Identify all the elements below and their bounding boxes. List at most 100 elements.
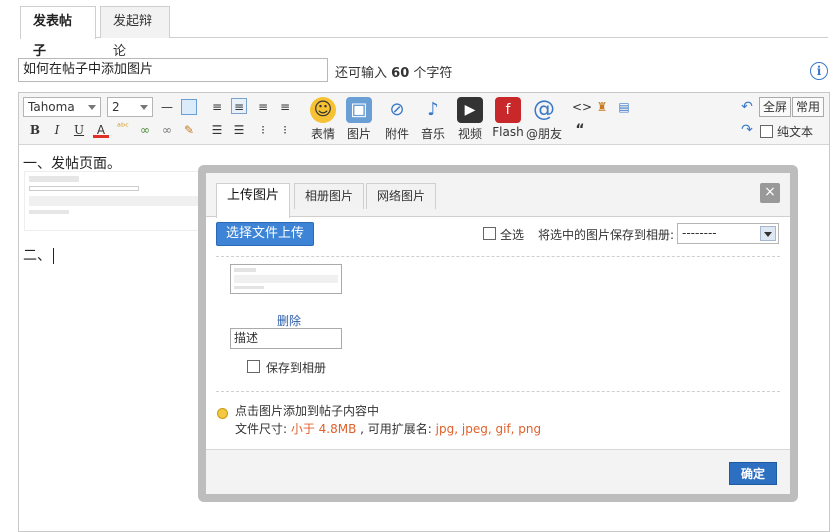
close-button[interactable]: × <box>760 183 780 203</box>
dialog-footer <box>206 449 790 494</box>
align-left-icon[interactable]: ≡ <box>209 99 225 115</box>
lightbulb-icon <box>217 408 228 419</box>
album-select-value: -------- <box>682 226 717 240</box>
editor-content[interactable]: 一、发帖页面。 <box>23 153 121 173</box>
tab-debate-label: 发起辩论 <box>113 14 153 59</box>
music-button[interactable]: ♪ 音乐 <box>415 97 451 141</box>
at-icon: @ <box>533 97 555 122</box>
tab-post-label: 发表帖子 <box>33 14 73 59</box>
close-icon: × <box>764 184 776 200</box>
divider <box>216 256 780 257</box>
common-label: 常用 <box>796 100 821 114</box>
common-button[interactable]: 常用 <box>792 97 825 117</box>
counter-prefix: 还可输入 <box>335 66 388 81</box>
outdent-icon[interactable]: ☰ <box>231 122 247 138</box>
counter-value: 60 <box>391 66 410 81</box>
table-icon[interactable] <box>181 99 197 115</box>
font-color-icon[interactable]: A <box>93 122 109 138</box>
bold-icon[interactable]: B <box>27 122 43 138</box>
upload-button[interactable]: 选择文件上传 <box>216 222 314 246</box>
free-icon[interactable]: ♜ <box>594 99 610 115</box>
attachment-button[interactable]: ⊘ 附件 <box>379 97 415 141</box>
font-select-value: Tahoma <box>28 100 75 114</box>
quote-icon[interactable]: “ <box>572 122 588 138</box>
char-counter: 还可输入 60 个字符 <box>335 62 452 81</box>
file-size-value: 小于 4.8MB <box>290 422 357 436</box>
content-line-2: 二、 <box>23 248 51 264</box>
align-justify-icon[interactable]: ≡ <box>277 99 293 115</box>
tab-upload-image[interactable]: 上传图片 <box>216 183 291 218</box>
font-select[interactable]: Tahoma <box>23 97 101 117</box>
video-button[interactable]: ▶ 视频 <box>452 97 488 141</box>
description-input[interactable]: 描述 <box>230 328 342 349</box>
image-button[interactable]: ▣ 图片 <box>341 97 377 141</box>
tab-debate[interactable]: 发起辩论 <box>100 6 170 59</box>
uploaded-image-preview[interactable] <box>230 264 342 294</box>
save-to-album-label: 保存到相册 <box>266 361 327 375</box>
music-icon: ♪ <box>427 99 439 120</box>
select-all-label: 全选 <box>500 228 525 242</box>
info-icon[interactable]: i <box>810 62 828 80</box>
image-icon: ▣ <box>346 97 372 123</box>
ext-label: , 可用扩展名: <box>356 422 436 436</box>
editor-content-line2[interactable]: 二、 <box>23 245 54 265</box>
divider <box>216 391 780 392</box>
underline-icon[interactable]: U <box>71 122 87 138</box>
tab-web-label: 网络图片 <box>377 189 426 203</box>
undo-icon[interactable]: ↶ <box>739 99 755 115</box>
hr-icon[interactable]: — <box>159 99 175 115</box>
page-icon[interactable]: ▤ <box>616 99 632 115</box>
select-all-checkbox[interactable] <box>483 227 496 240</box>
italic-icon[interactable]: I <box>49 122 65 138</box>
save-to-album-checkbox[interactable] <box>247 360 260 373</box>
spell-icon[interactable]: ᵃᵇᶜ <box>115 120 131 136</box>
image-dialog-frame: 上传图片 相册图片 网络图片 × 选择文件上传 全选 将选中的图片保存到相册: … <box>198 165 798 502</box>
emoji-icon: ☺ <box>310 97 336 123</box>
music-label: 音乐 <box>420 127 445 141</box>
unordered-list-icon[interactable]: ⁝ <box>277 122 293 138</box>
mention-button[interactable]: @ @朋友 <box>526 97 562 141</box>
emoji-label: 表情 <box>310 127 335 141</box>
fullscreen-button[interactable]: 全屏 <box>759 97 792 117</box>
ext-value: jpg, jpeg, gif, png <box>435 422 542 436</box>
album-select[interactable]: -------- <box>677 223 779 244</box>
tab-album-label: 相册图片 <box>305 189 354 203</box>
dialog-tabs: 上传图片 相册图片 网络图片 × <box>206 173 790 218</box>
code-icon[interactable]: <> <box>572 99 592 115</box>
inserted-image <box>24 171 204 231</box>
clear-format-icon[interactable]: ✎ <box>181 122 197 138</box>
confirm-label: 确定 <box>740 467 765 481</box>
size-select[interactable]: 2 <box>107 97 153 117</box>
save-selected-label: 将选中的图片保存到相册: <box>538 228 675 242</box>
delete-link[interactable]: 删除 <box>277 312 301 329</box>
attachment-label: 附件 <box>384 127 409 141</box>
align-center-icon[interactable]: ≡ <box>231 98 247 114</box>
counter-suffix: 个字符 <box>413 66 453 81</box>
mention-label: @朋友 <box>526 127 563 141</box>
editor-toolbar: Tahoma 2 — ≡ ≡ ≡ ≡ B I U A ᵃᵇᶜ ∞ ∞ ✎ ☰ ☰… <box>19 93 829 145</box>
flash-icon: f <box>495 97 521 123</box>
emoji-button[interactable]: ☺ 表情 <box>305 97 341 141</box>
quote-glyph: “ <box>575 122 585 138</box>
confirm-button[interactable]: 确定 <box>729 462 777 485</box>
video-label: 视频 <box>457 127 482 141</box>
link-icon[interactable]: ∞ <box>137 122 153 138</box>
tab-album-image[interactable]: 相册图片 <box>294 183 365 209</box>
plain-text-label: 纯文本 <box>777 125 814 139</box>
tab-web-image[interactable]: 网络图片 <box>366 183 437 209</box>
redo-icon[interactable]: ↷ <box>739 122 755 138</box>
plain-text-checkbox[interactable] <box>760 125 773 138</box>
content-line-1: 一、发帖页面。 <box>23 156 121 172</box>
align-right-icon[interactable]: ≡ <box>255 99 271 115</box>
post-tabs: 发表帖子 发起辩论 <box>20 6 828 59</box>
unlink-icon[interactable]: ∞ <box>159 122 175 138</box>
file-info: 文件尺寸: 小于 4.8MB , 可用扩展名: jpg, jpeg, gif, … <box>235 420 541 437</box>
tab-post[interactable]: 发表帖子 <box>20 6 96 59</box>
title-input[interactable]: 如何在帖子中添加图片 <box>18 58 328 82</box>
size-select-value: 2 <box>112 100 120 114</box>
tab-upload-label: 上传图片 <box>227 188 280 203</box>
file-size-label: 文件尺寸: <box>235 422 291 436</box>
flash-button[interactable]: f Flash <box>490 97 526 141</box>
ordered-list-icon[interactable]: ⁝ <box>255 122 271 138</box>
indent-icon[interactable]: ☰ <box>209 122 225 138</box>
